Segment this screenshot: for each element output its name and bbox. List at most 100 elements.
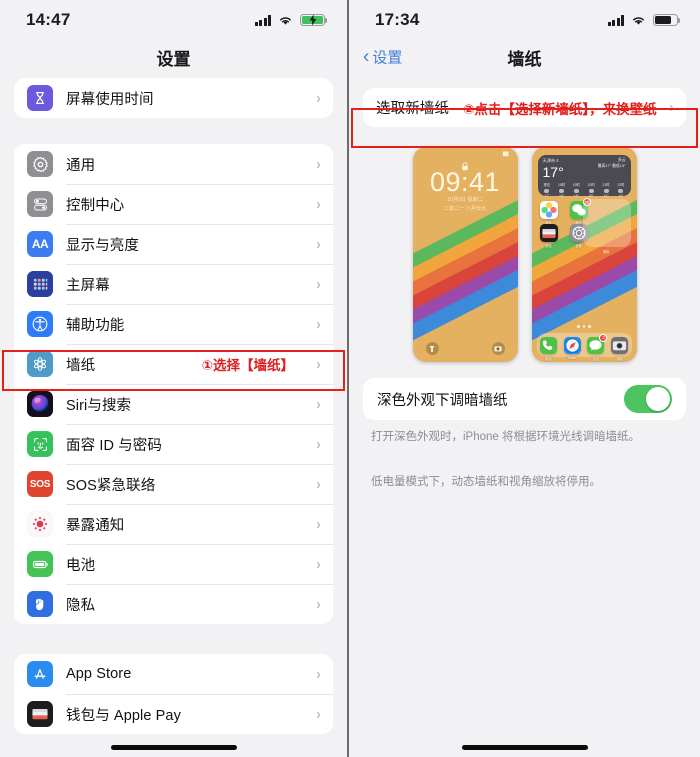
choose-new-wallpaper-label: 选取新墙纸 xyxy=(376,101,449,117)
hour-label: 19时 xyxy=(572,183,580,187)
sidebar-item-label: App Store xyxy=(66,666,132,682)
camera-icon[interactable] xyxy=(491,342,505,355)
wallet-icon[interactable]: 钱包 xyxy=(539,224,558,248)
lock-icon xyxy=(461,158,469,171)
hourglass-icon xyxy=(27,85,53,111)
sidebar-item-battery[interactable]: 电池 › xyxy=(14,544,333,584)
chevron-right-icon: › xyxy=(316,395,321,413)
dark-appearance-group: 深色外观下调暗墙纸 xyxy=(363,378,686,420)
sos-icon: SOS xyxy=(27,471,53,497)
sidebar-item-home-screen[interactable]: 主屏幕 › xyxy=(14,264,333,304)
app-label: 相机 xyxy=(616,356,623,361)
dark-wallpaper-row[interactable]: 深色外观下调暗墙纸 xyxy=(363,378,686,420)
sidebar-item-label: 暴露通知 xyxy=(66,517,125,534)
photos-widget[interactable]: 照片 xyxy=(582,199,631,254)
preview-status-bar: ██ xyxy=(502,151,509,156)
app-label: 设置 xyxy=(575,244,582,248)
sidebar-item-accessibility[interactable]: 辅助功能 › xyxy=(14,304,333,344)
sidebar-item-label: 控制中心 xyxy=(66,197,125,214)
lock-screen-date: 10月5日 星期二 xyxy=(446,197,484,204)
chevron-right-icon: › xyxy=(316,555,321,573)
back-button-label: 设置 xyxy=(372,49,403,67)
weather-hour-cell: 18时 16° xyxy=(558,183,565,200)
weather-hour-cell: 22时 14° xyxy=(617,183,624,200)
wifi-icon xyxy=(631,15,646,26)
app-label: 钱包 xyxy=(545,244,552,248)
chevron-right-icon: › xyxy=(669,99,674,116)
footnote-dark-appearance: 打开深色外观时，iPhone 将根据环境光线调暗墙纸。 xyxy=(371,431,641,443)
lock-screen-preview[interactable]: ██ 09:41 10月5日 星期二 二零二一 八月廿九 xyxy=(412,147,518,362)
chevron-right-icon: › xyxy=(316,235,321,253)
badge-count: 3 xyxy=(599,333,608,342)
hour-label: 现在 xyxy=(543,183,551,187)
sidebar-item-face-id[interactable]: 面容 ID 与密码 › xyxy=(14,424,333,464)
sidebar-item-label: 隐私 xyxy=(66,597,96,614)
status-time: 17:34 xyxy=(375,10,420,29)
right-status-bar: 17:34 xyxy=(349,0,700,36)
home-screen-preview[interactable]: 天津市 4 17° 多云 最高17° 最低13° 现在 17° 18时 16° 19… xyxy=(531,147,637,362)
sidebar-item-exposure-notifications[interactable]: 暴露通知 › xyxy=(14,504,333,544)
phone-icon[interactable]: 电话 xyxy=(539,336,557,361)
hour-temp: 16° xyxy=(558,194,565,199)
sidebar-item-screen-time[interactable]: 屏幕使用时间 › xyxy=(14,78,333,118)
messages-icon[interactable]: 3 信息 xyxy=(587,333,608,361)
lock-screen-shortcuts xyxy=(413,342,518,355)
sidebar-item-label: 主屏幕 xyxy=(66,277,110,294)
cloud-icon xyxy=(603,189,609,194)
back-button[interactable]: ‹ 设置 xyxy=(363,47,402,68)
right-phone-panel: 17:34 ‹ 设置 墙纸 选取新墙纸 ②点击【选择新墙纸】，来换壁纸 › ██… xyxy=(349,0,700,757)
sidebar-item-wallet[interactable]: 钱包与 Apple Pay › xyxy=(14,694,333,734)
chevron-right-icon: › xyxy=(316,665,321,683)
app-label: 信息 xyxy=(592,356,600,361)
right-content-scroll[interactable]: 选取新墙纸 ②点击【选择新墙纸】，来换壁纸 › ██ 09:41 10月5日 星… xyxy=(349,78,700,757)
sidebar-item-control-center[interactable]: 控制中心 › xyxy=(14,184,333,224)
footnote-low-power: 低电量模式下，动态墙纸和视角缩放将停用。 xyxy=(371,476,601,489)
sidebar-item-wallpaper[interactable]: 墙纸 ①选择【墙纸】 › xyxy=(14,344,333,384)
hour-label: 21时 xyxy=(602,183,610,187)
sidebar-item-label: 通用 xyxy=(66,157,96,174)
status-icons xyxy=(254,14,328,26)
control-center-icon xyxy=(27,191,53,217)
hour-temp: 15° xyxy=(573,194,579,199)
chevron-right-icon: › xyxy=(316,89,321,107)
lock-screen-top: ██ 09:41 10月5日 星期二 二零二一 八月廿九 xyxy=(413,147,518,214)
chevron-right-icon: › xyxy=(316,705,321,723)
dark-wallpaper-toggle[interactable] xyxy=(624,385,672,413)
chevron-right-icon: › xyxy=(316,475,321,493)
accessibility-icon xyxy=(27,311,53,337)
sidebar-item-privacy[interactable]: 隐私 › xyxy=(14,584,333,624)
privacy-hand-icon xyxy=(27,591,53,617)
app-label: Safari xyxy=(567,355,577,360)
photos-icon[interactable]: 照片 xyxy=(539,201,558,225)
left-settings-scroll[interactable]: 屏幕使用时间 › 通用 › 控制中心 › AA 显示与亮度 › 主屏幕 › 辅助… xyxy=(0,78,347,757)
left-phone-panel: 14:47 设置 屏幕使用时间 › 通用 › 控制中心 › AA 显示与亮度 ›… xyxy=(0,0,349,757)
chevron-right-icon: › xyxy=(316,315,321,333)
flashlight-icon[interactable] xyxy=(425,342,439,355)
camera-icon[interactable]: 相机 xyxy=(611,336,629,361)
app-store-icon xyxy=(27,661,53,687)
settings-group-store: App Store › 钱包与 Apple Pay › xyxy=(14,654,333,734)
sidebar-item-label: 钱包与 Apple Pay xyxy=(66,707,181,724)
sidebar-item-general[interactable]: 通用 › xyxy=(14,144,333,184)
choose-new-wallpaper-row[interactable]: 选取新墙纸 ②点击【选择新墙纸】，来换壁纸 › xyxy=(363,88,686,127)
wallpaper-previews: ██ 09:41 10月5日 星期二 二零二一 八月廿九 天津市 4 17° 多… xyxy=(349,127,700,378)
right-nav-bar: ‹ 设置 墙纸 xyxy=(349,36,700,78)
sidebar-item-label: Siri与搜索 xyxy=(66,397,132,414)
lock-screen-time: 09:41 xyxy=(429,167,501,197)
weather-widget[interactable]: 天津市 4 17° 多云 最高17° 最低13° 现在 17° 18时 16° 19… xyxy=(537,155,631,199)
safari-icon[interactable]: Safari xyxy=(563,336,581,360)
chevron-right-icon: › xyxy=(316,435,321,453)
toggle-knob xyxy=(646,387,670,411)
sidebar-item-app-store[interactable]: App Store › xyxy=(14,654,333,694)
sidebar-item-siri-search[interactable]: Siri与搜索 › xyxy=(14,384,333,424)
chevron-right-icon: › xyxy=(316,595,321,613)
page-title: 墙纸 xyxy=(507,49,542,69)
left-status-bar: 14:47 xyxy=(0,0,347,36)
chevron-right-icon: › xyxy=(316,275,321,293)
cloud-icon xyxy=(618,189,624,194)
sidebar-item-display-brightness[interactable]: AA 显示与亮度 › xyxy=(14,224,333,264)
lock-screen-subdate: 二零二一 八月廿九 xyxy=(443,206,487,213)
sidebar-item-label: SOS紧急联络 xyxy=(66,477,156,494)
sidebar-item-sos[interactable]: SOS SOS紧急联络 › xyxy=(14,464,333,504)
battery-charging-icon xyxy=(300,14,328,26)
